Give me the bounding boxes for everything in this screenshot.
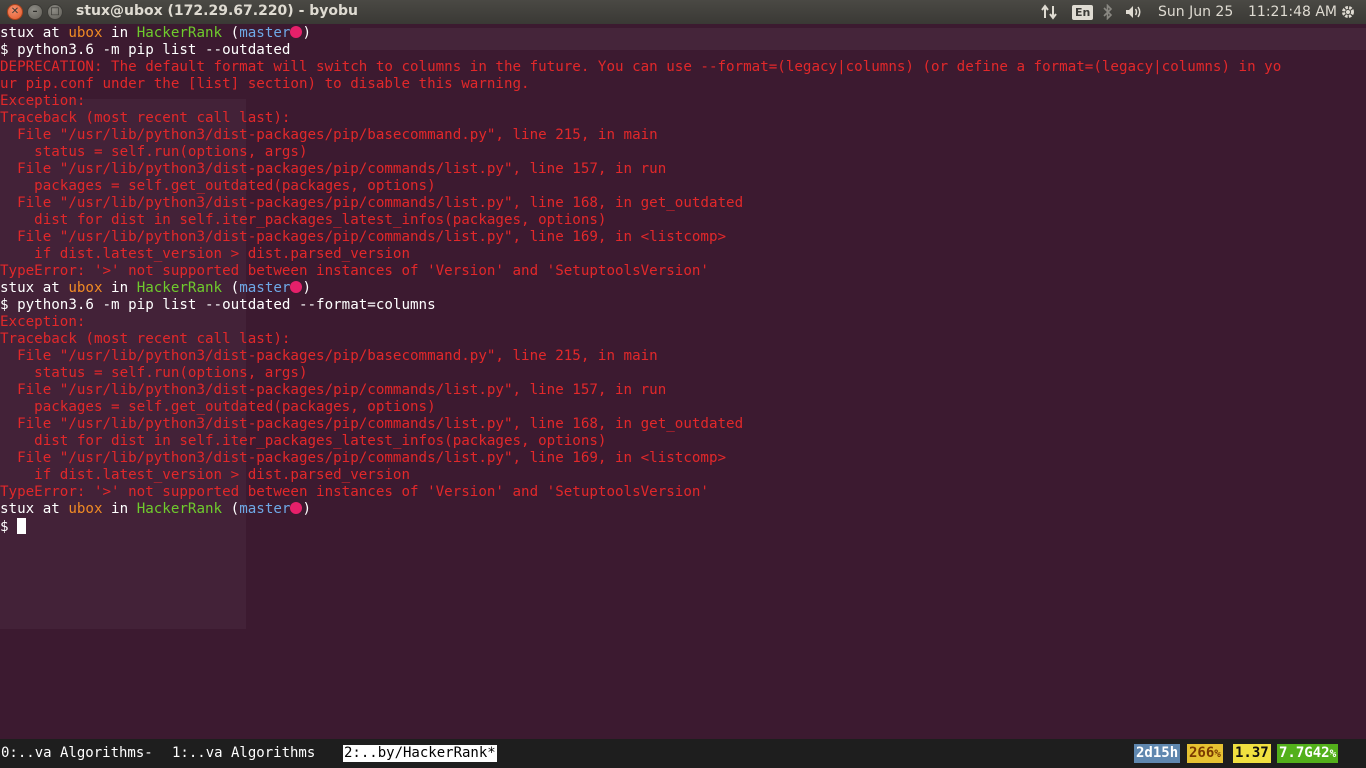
- memory-indicator: 7.7G42%: [1277, 744, 1339, 763]
- prompt-branch: master: [239, 501, 291, 517]
- prompt-directory: HackerRank: [136, 280, 223, 296]
- error-output-line: Exception:: [0, 314, 86, 330]
- gear-icon[interactable]: [1340, 0, 1356, 24]
- error-output-line: Traceback (most recent call last):: [0, 331, 291, 347]
- prompt-branch: master: [239, 25, 291, 41]
- prompt-host: ubox: [68, 280, 103, 296]
- prompt-branch: master: [239, 280, 291, 296]
- load-average-indicator: 1.37: [1233, 744, 1271, 763]
- prompt-host: ubox: [68, 25, 103, 41]
- error-output-line: DEPRECATION: The default format will swi…: [0, 59, 1282, 75]
- error-output-line: File "/usr/lib/python3/dist-packages/pip…: [0, 229, 727, 245]
- keyboard-layout-indicator[interactable]: En: [1072, 0, 1094, 24]
- uptime-indicator: 2d15h: [1134, 744, 1181, 763]
- top-panel: ✕ – □ stux@ubox (172.29.67.220) - byobu …: [0, 0, 1366, 24]
- error-output-line: packages = self.get_outdated(packages, o…: [0, 399, 436, 415]
- prompt-at: at: [34, 501, 69, 517]
- error-output-line: File "/usr/lib/python3/dist-packages/pip…: [0, 450, 727, 466]
- git-dirty-dot-icon: [290, 281, 303, 293]
- prompt-at: at: [34, 280, 69, 296]
- prompt-branch-close: ): [302, 501, 311, 517]
- error-output-line: TypeError: '>' not supported between ins…: [0, 263, 709, 279]
- error-output-line: packages = self.get_outdated(packages, o…: [0, 178, 436, 194]
- byobu-window-tab[interactable]: 2:..by/HackerRank*: [343, 745, 497, 762]
- error-output-line: if dist.latest_version > dist.parsed_ver…: [0, 467, 410, 483]
- prompt-line: stux at ubox in HackerRank (master): [0, 280, 1366, 297]
- error-output-line: File "/usr/lib/python3/dist-packages/pip…: [0, 127, 658, 143]
- prompt-branch-open: (: [222, 25, 240, 41]
- prompt-directory: HackerRank: [136, 25, 223, 41]
- prompt-line: stux at ubox in HackerRank (master): [0, 501, 1366, 518]
- error-output-line: status = self.run(options, args): [0, 365, 308, 381]
- error-output-line: Exception:: [0, 93, 86, 109]
- error-output-line: File "/usr/lib/python3/dist-packages/pip…: [0, 161, 667, 177]
- text-cursor: [17, 518, 27, 534]
- error-output-line: File "/usr/lib/python3/dist-packages/pip…: [0, 416, 744, 432]
- error-output-line: if dist.latest_version > dist.parsed_ver…: [0, 246, 410, 262]
- error-output-line: status = self.run(options, args): [0, 144, 308, 160]
- error-output-line: ur pip.conf under the [list] section) to…: [0, 76, 530, 92]
- window-title: stux@ubox (172.29.67.220) - byobu: [76, 3, 359, 19]
- memory-value: 7.7G42: [1279, 745, 1330, 761]
- network-arrows-icon[interactable]: [1040, 0, 1058, 24]
- command-line: $ python3.6 -m pip list --outdated: [0, 42, 291, 58]
- command-line: $ python3.6 -m pip list --outdated --for…: [0, 297, 436, 313]
- prompt-branch-close: ): [302, 25, 311, 41]
- prompt-in: in: [102, 280, 137, 296]
- prompt-user: stux: [0, 501, 35, 517]
- prompt-branch-open: (: [222, 280, 240, 296]
- byobu-window-tab[interactable]: 0:..va Algorithms-: [1, 745, 153, 762]
- byobu-window-tab[interactable]: 1:..va Algorithms: [172, 745, 315, 762]
- prompt-at: at: [34, 25, 69, 41]
- processes-indicator: 266%: [1187, 744, 1223, 763]
- prompt-line: stux at ubox in HackerRank (master): [0, 25, 1366, 42]
- error-output-line: File "/usr/lib/python3/dist-packages/pip…: [0, 382, 667, 398]
- git-dirty-dot-icon: [290, 502, 303, 514]
- error-output-line: Traceback (most recent call last):: [0, 110, 291, 126]
- date-label[interactable]: Sun Jun 25: [1158, 0, 1233, 24]
- prompt-branch-close: ): [302, 280, 311, 296]
- current-input-line[interactable]: $: [0, 519, 17, 535]
- error-output-line: dist for dist in self.iter_packages_late…: [0, 212, 607, 228]
- minimize-icon[interactable]: –: [27, 4, 43, 20]
- error-output-line: TypeError: '>' not supported between ins…: [0, 484, 709, 500]
- prompt-in: in: [102, 25, 137, 41]
- processes-suffix: %: [1214, 747, 1221, 760]
- prompt-user: stux: [0, 280, 35, 296]
- error-output-line: File "/usr/lib/python3/dist-packages/pip…: [0, 348, 658, 364]
- keyboard-layout-label: En: [1072, 4, 1094, 20]
- prompt-user: stux: [0, 25, 35, 41]
- clock-label[interactable]: 11:21:48 AM: [1248, 0, 1337, 24]
- maximize-icon[interactable]: □: [47, 4, 63, 20]
- git-dirty-dot-icon: [290, 26, 303, 38]
- terminal-window[interactable]: stux at ubox in HackerRank (master) $ pyt…: [0, 24, 1366, 739]
- prompt-branch-open: (: [222, 501, 240, 517]
- bluetooth-icon[interactable]: [1102, 0, 1114, 24]
- prompt-in: in: [102, 501, 137, 517]
- terminal-output: stux at ubox in HackerRank (master) $ pyt…: [0, 25, 1366, 535]
- memory-suffix: %: [1329, 747, 1337, 760]
- byobu-status-bar: 0:..va Algorithms- 1:..va Algorithms 2:..b…: [0, 739, 1366, 768]
- error-output-line: dist for dist in self.iter_packages_late…: [0, 433, 607, 449]
- volume-icon[interactable]: [1124, 0, 1144, 24]
- processes-value: 266: [1189, 745, 1215, 761]
- close-icon[interactable]: ✕: [7, 4, 23, 20]
- error-output-line: File "/usr/lib/python3/dist-packages/pip…: [0, 195, 744, 211]
- prompt-host: ubox: [68, 501, 103, 517]
- prompt-directory: HackerRank: [136, 501, 223, 517]
